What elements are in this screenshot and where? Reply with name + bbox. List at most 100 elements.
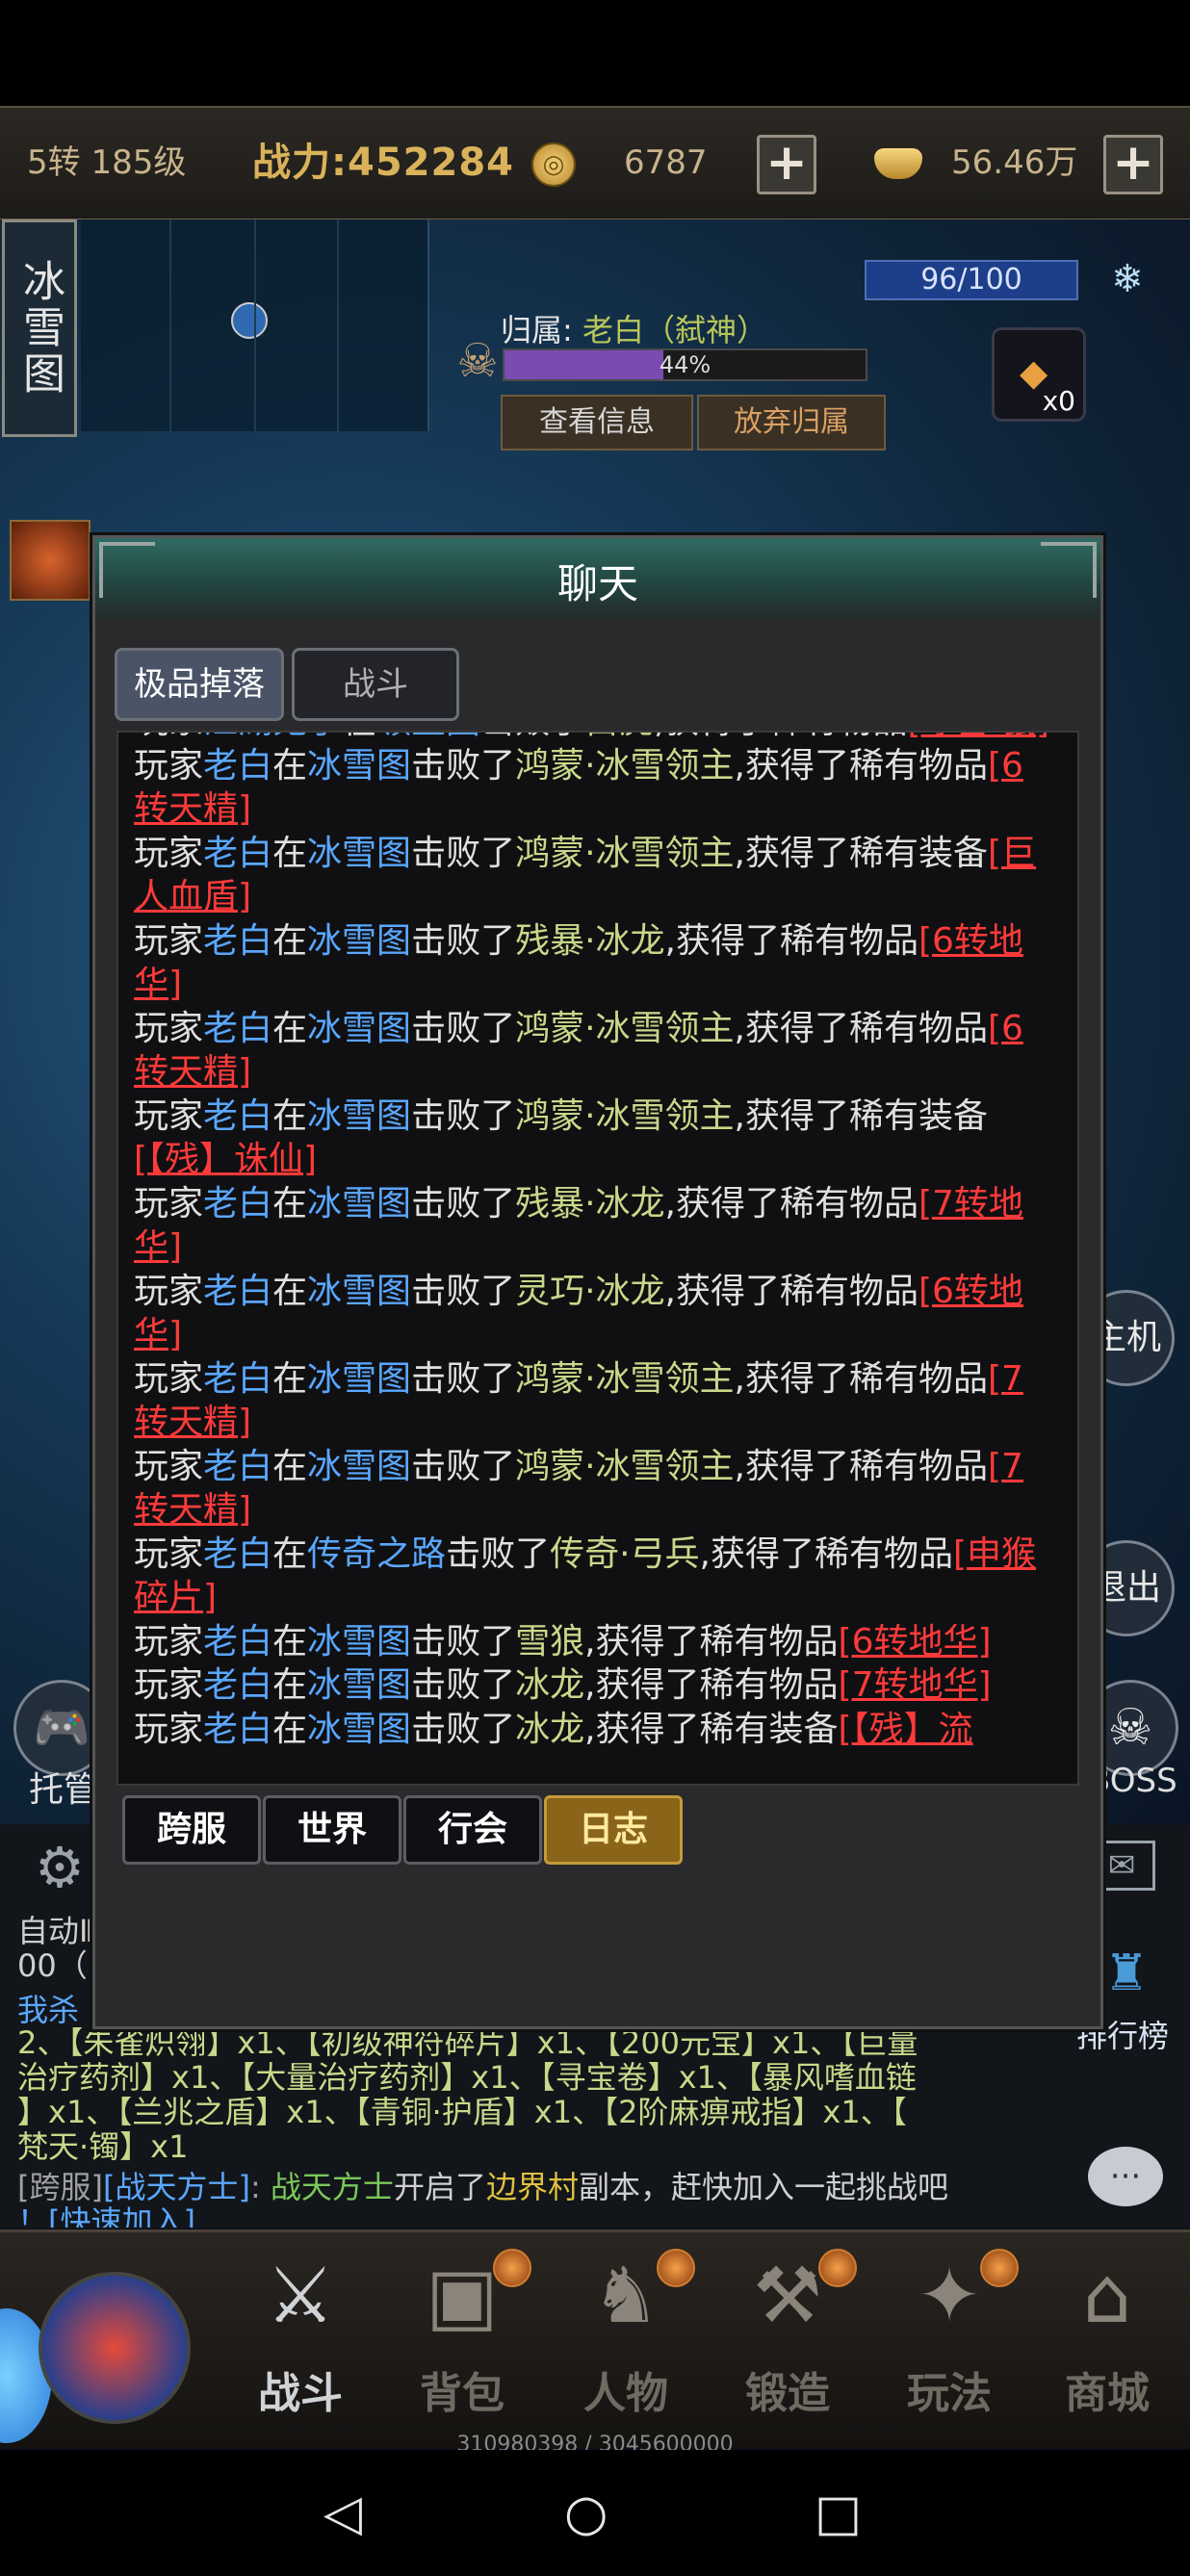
item-link[interactable]: [冰雪·鼠] [908, 733, 1050, 741]
log-text: 玩家 [134, 920, 204, 961]
gold-coin-icon: ◎ [531, 142, 576, 187]
log-text: 冰雪图 [307, 1709, 412, 1749]
log-text: ,获得了稀有装备 [584, 1709, 839, 1749]
log-text: 在 [272, 1358, 308, 1399]
log-text: 冰雪图 [307, 1183, 412, 1224]
player-name[interactable]: 老白 [203, 1096, 272, 1136]
log-entry: 玩家老白在冰雪图击败了鸿蒙·冰雪领主,获得了稀有物品[7转天精] [118, 1357, 1062, 1445]
log-text: 雪狼 [515, 1621, 585, 1662]
log-text: 冰雪图 [307, 1358, 412, 1399]
player-name[interactable]: 江湖鬼子 [203, 733, 342, 741]
abandon-ownership-button[interactable]: 放弃归属 [697, 395, 886, 451]
log-text: 击败了 [411, 1183, 516, 1224]
ownership-prefix: 归属: [501, 312, 573, 348]
log-text: 传奇之路 [307, 1533, 447, 1574]
chat-panel: 聊天 极品掉落 战斗 玩家江湖鬼子在领主图击败了白虎,获得了稀有物品[冰雪·鼠]… [92, 535, 1103, 2029]
player-name[interactable]: 老白 [203, 1359, 272, 1399]
ingot-amount: 56.46万 [951, 143, 1078, 182]
drops-line: 梵天·镯】x1 [17, 2128, 189, 2165]
ownership-progress-label: 44% [659, 351, 711, 378]
log-text: 在 [272, 1665, 308, 1705]
log-entry: 玩家老白在冰雪图击败了鸿蒙·冰雪领主,获得了稀有物品[6转天精] [118, 1007, 1062, 1095]
nav-item[interactable]: ♞ 人物 [549, 2243, 703, 2426]
log-text: 鸿蒙·冰雪领主 [515, 1446, 735, 1486]
player-name[interactable]: 老白 [203, 834, 272, 873]
nav-label: 玩法 [907, 2369, 992, 2418]
player-name[interactable]: 老白 [203, 1665, 272, 1705]
nav-item[interactable]: ⚒ 锻造 [711, 2243, 865, 2426]
player-name[interactable]: 老白 [203, 1447, 272, 1486]
log-text: 传奇·弓兵 [550, 1533, 700, 1574]
tab-log[interactable]: 日志 [544, 1795, 683, 1865]
player-name[interactable]: 老白 [203, 1534, 272, 1574]
add-gold-button[interactable]: + [757, 135, 816, 194]
log-text: ,获得了稀有物品 [734, 1008, 988, 1048]
level-label: 5转 185级 [27, 143, 187, 182]
log-text: 冰雪图 [307, 1008, 412, 1048]
log-text: 在 [272, 1533, 308, 1574]
log-text: 灵巧·冰龙 [515, 1271, 665, 1311]
back-icon[interactable]: ◁ [323, 2488, 362, 2538]
tab-cross-server[interactable]: 跨服 [122, 1795, 261, 1865]
log-entry: 玩家老白在冰雪图击败了鸿蒙·冰雪领主,获得了稀有装备 [【残】诛仙] [118, 1095, 1062, 1182]
tab-rare-drops[interactable]: 极品掉落 [115, 648, 284, 721]
item-link[interactable]: [【残】流 [839, 1710, 973, 1749]
log-text: ,获得了稀有装备 [734, 833, 988, 873]
log-text: 玩家 [134, 1621, 204, 1662]
log-entry: 玩家老白在冰雪图击败了鸿蒙·冰雪领主,获得了稀有装备[巨人血盾] [118, 832, 1062, 919]
item-link[interactable]: [7转地华] [839, 1665, 992, 1705]
log-entry: 玩家老白在冰雪图击败了冰龙,获得了稀有装备[【残】流 [118, 1708, 1062, 1752]
player-name[interactable]: 老白 [203, 1710, 272, 1749]
gear-icon[interactable]: ⚙ [35, 1839, 92, 1896]
player-name[interactable]: 老白 [203, 1184, 272, 1224]
nav-item[interactable]: ▣ 背包 [385, 2243, 539, 2426]
quick-join-link[interactable]: ！[快速加入] [17, 2204, 1038, 2228]
home-icon[interactable]: ○ [564, 2488, 608, 2538]
log-text: 玩家 [134, 745, 204, 786]
nav-label: 背包 [420, 2369, 504, 2418]
log-text: 白虎 [584, 733, 654, 741]
log-text: 残暴·冰龙 [515, 1183, 665, 1224]
notification-dot-icon [493, 2249, 531, 2287]
map-name[interactable]: 冰雪图 [2, 219, 77, 437]
minimap-divider [254, 219, 256, 431]
dungeon-name: 边界村 [485, 2169, 579, 2205]
log-entry: 玩家老白在冰雪图击败了残暴·冰龙,获得了稀有物品[7转地华] [118, 1182, 1062, 1270]
tab-guild[interactable]: 行会 [403, 1795, 542, 1865]
item-slot[interactable]: ◆ x0 [992, 327, 1086, 422]
log-entry: 玩家老白在传奇之路击败了传奇·弓兵,获得了稀有物品[申猴碎片] [118, 1533, 1062, 1620]
sender-name[interactable]: [战天方士] [103, 2169, 250, 2205]
view-info-button[interactable]: 查看信息 [501, 395, 693, 451]
player-name[interactable]: 老白 [203, 921, 272, 961]
log-text: 冰雪图 [307, 1446, 412, 1486]
log-entry: 玩家老白在冰雪图击败了鸿蒙·冰雪领主,获得了稀有物品[6转天精] [118, 744, 1062, 832]
nav-item[interactable]: ✦ 玩法 [872, 2243, 1026, 2426]
log-text: 冰雪图 [307, 833, 412, 873]
player-name[interactable]: 老白 [203, 1009, 272, 1048]
chat-log[interactable]: 玩家江湖鬼子在领主图击败了白虎,获得了稀有物品[冰雪·鼠]玩家老白在冰雪图击败了… [116, 731, 1079, 1786]
log-text: 在 [272, 1095, 308, 1136]
log-text: 击败了 [411, 1095, 516, 1136]
tab-battle[interactable]: 战斗 [292, 648, 459, 721]
item-link[interactable]: [6转地华] [839, 1622, 992, 1662]
pavilion-icon: ⌂ [1082, 2251, 1132, 2340]
recents-icon[interactable]: □ [815, 2488, 862, 2538]
log-text: 冰雪图 [307, 1665, 412, 1705]
log-text: 在 [272, 1271, 308, 1311]
nav-item[interactable]: ⌂ 商城 [1030, 2243, 1184, 2426]
nav-item[interactable]: ⚔ 战斗 [223, 2243, 377, 2426]
tab-world[interactable]: 世界 [263, 1795, 401, 1865]
add-ingot-button[interactable]: + [1103, 135, 1163, 194]
notification-dot-icon [980, 2249, 1019, 2287]
item-link[interactable]: [【残】诛仙] [134, 1140, 317, 1179]
chat-bubble-icon[interactable]: ··· [1088, 2147, 1163, 2206]
log-text: 击败了 [411, 1621, 516, 1662]
player-name[interactable]: 老白 [203, 1622, 272, 1662]
log-entry: 玩家老白在冰雪图击败了雪狼,获得了稀有物品[6转地华] [118, 1620, 1062, 1664]
player-name[interactable]: 老白 [203, 1272, 272, 1311]
player-name[interactable]: 老白 [203, 746, 272, 786]
avatar[interactable] [10, 520, 91, 601]
log-text: 鸿蒙·冰雪领主 [515, 1008, 735, 1048]
log-text: 冰龙 [515, 1709, 585, 1749]
hp-orb [39, 2272, 191, 2424]
